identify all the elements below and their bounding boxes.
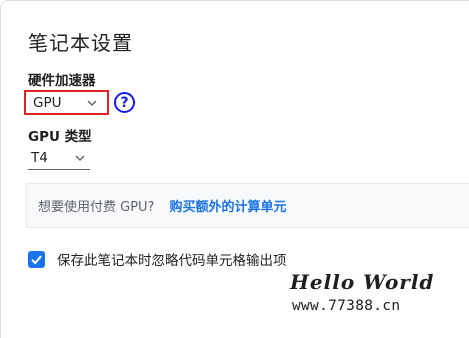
chevron-down-icon: [87, 100, 97, 106]
watermark-logo: Hello World: [290, 270, 435, 294]
watermark-url: www.77388.cn: [292, 298, 401, 314]
checkmark-icon: [31, 255, 42, 264]
chevron-down-icon: [75, 155, 85, 161]
gpu-type-select[interactable]: T4: [28, 148, 90, 170]
help-symbol: ?: [120, 94, 129, 111]
omit-output-option: 保存此笔记本时忽略代码单元格输出项: [28, 249, 287, 269]
paid-gpu-question: 想要使用付费 GPU?: [38, 200, 155, 215]
hardware-accelerator-label: 硬件加速器: [28, 73, 96, 89]
omit-output-checkbox[interactable]: [28, 250, 45, 268]
gpu-type-label: GPU 类型: [28, 129, 92, 145]
omit-output-label: 保存此笔记本时忽略代码单元格输出项: [57, 253, 287, 269]
gpu-type-value: T4: [31, 149, 48, 166]
paid-gpu-banner: 想要使用付费 GPU? 购买额外的计算单元: [26, 183, 469, 228]
hardware-accelerator-select[interactable]: GPU: [24, 90, 109, 115]
dialog-title: 笔记本设置: [28, 31, 133, 55]
notebook-settings-dialog: 笔记本设置 硬件加速器 GPU ? GPU 类型 T4 想要使用付费 GPU? …: [0, 0, 469, 338]
buy-compute-units-link[interactable]: 购买额外的计算单元: [169, 196, 286, 215]
hardware-accelerator-value: GPU: [33, 94, 62, 111]
help-circle-icon[interactable]: ?: [114, 92, 135, 113]
